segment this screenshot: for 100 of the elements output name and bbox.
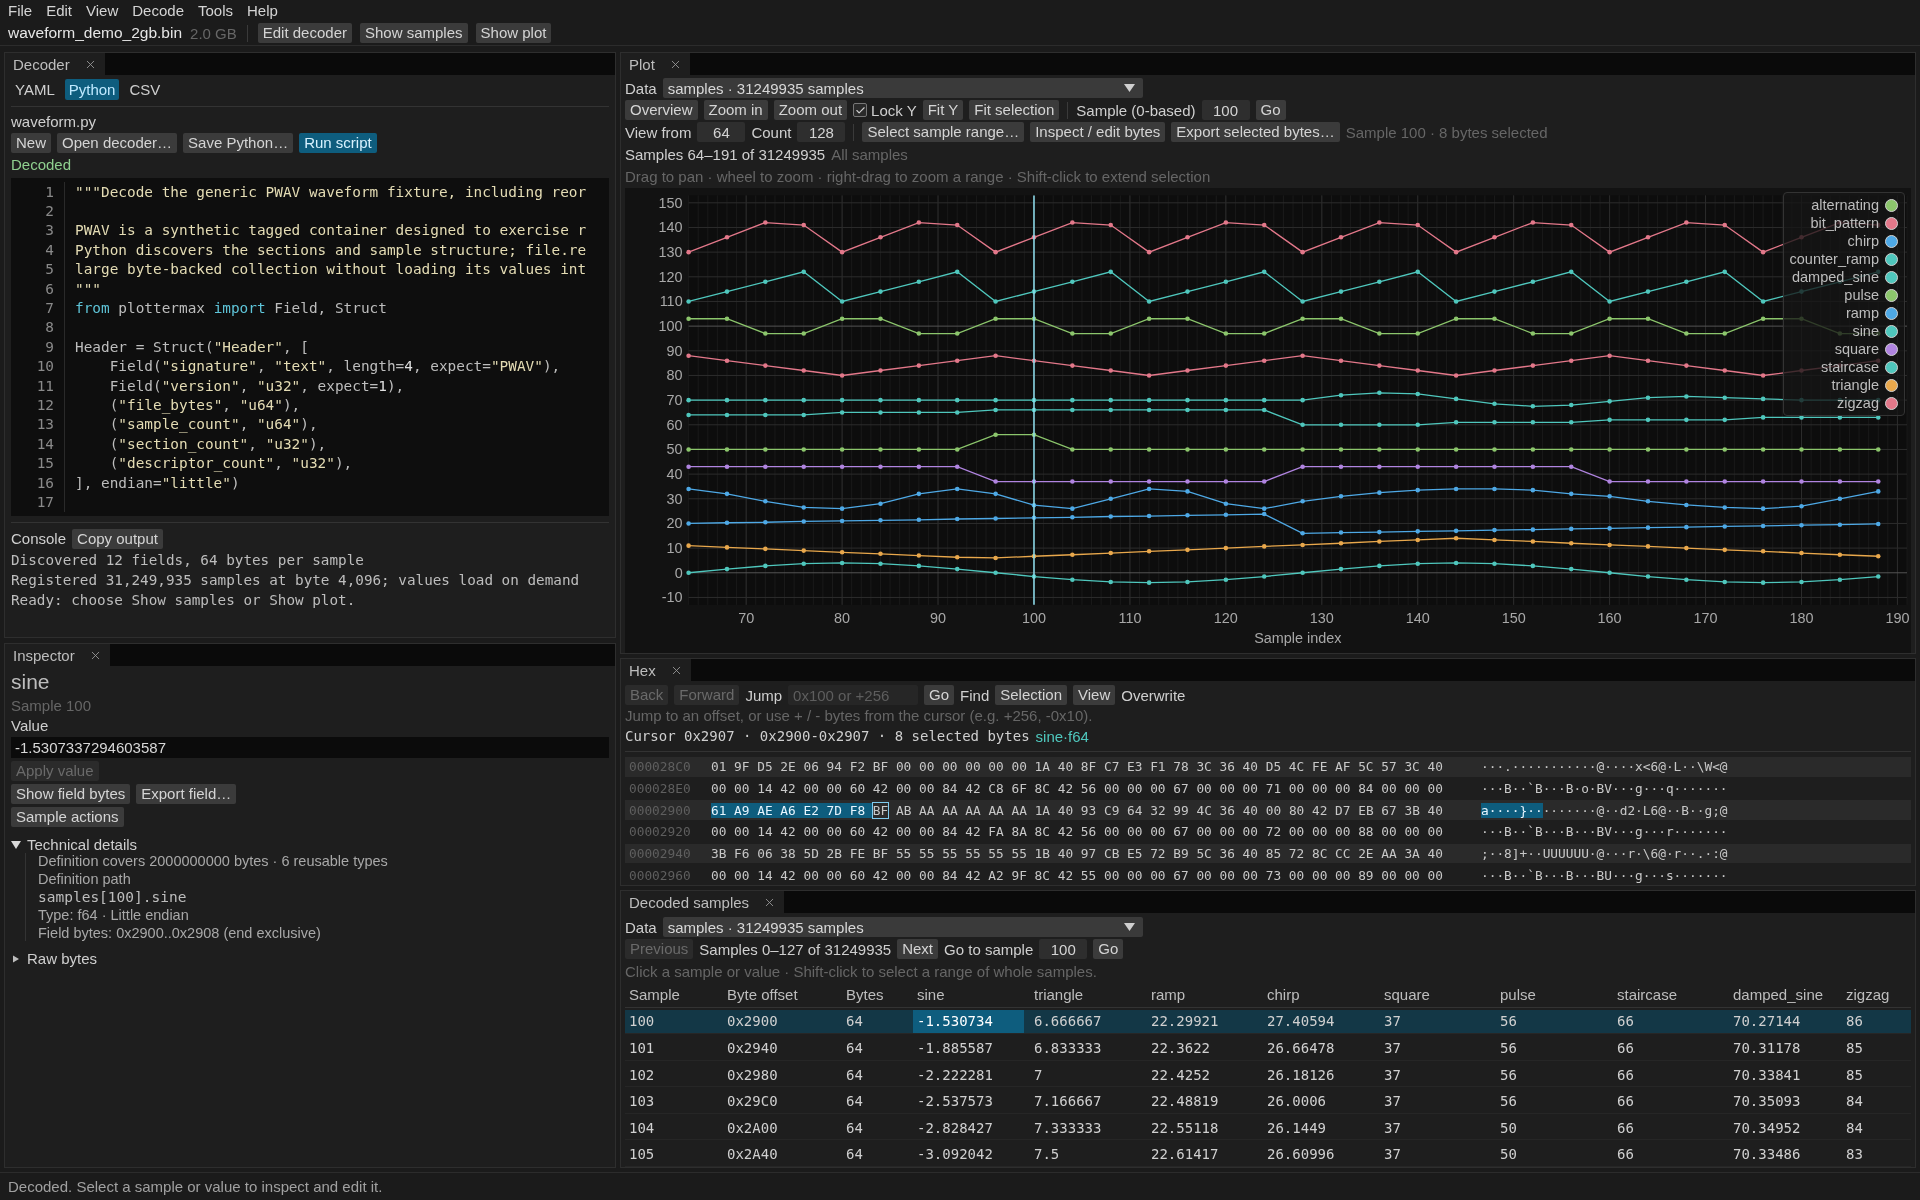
- button[interactable]: Go: [924, 685, 955, 705]
- panel-tab[interactable]: Decoded samples: [621, 891, 785, 913]
- table-cell[interactable]: 6.666667: [1030, 1009, 1141, 1034]
- table-cell[interactable]: 37: [1380, 1142, 1490, 1167]
- table-cell[interactable]: 0x29C0: [723, 1089, 836, 1113]
- hex-bytes[interactable]: 61 A9 AE A6 E2 7D F8 BF AB AA AA AA AA AA 1A 40 93 C9 64 32 99 4C 36 40 00 80 42 D7 EB 67 3B 40: [711, 802, 1481, 818]
- button[interactable]: Inspect / edit bytes: [1030, 122, 1166, 142]
- table-cell[interactable]: 105: [625, 1142, 717, 1167]
- hex-bytes[interactable]: 01 9F D5 2E 06 94 F2 BF 00 00 00 00 00 00 1A 40 8F C7 E3 F1 78 3C 36 40 D5 4C FE AF 5C 57 3C 40: [711, 759, 1481, 775]
- table-cell[interactable]: 0x2A00: [723, 1115, 836, 1140]
- number-field[interactable]: 64: [697, 122, 746, 142]
- table-row[interactable]: 100 0x2900 64 -1.530734 6.666667 22.29921 27.40594 37 56 66 70.27144 86: [625, 1009, 1911, 1035]
- table-cell[interactable]: 102: [625, 1062, 717, 1087]
- button[interactable]: Open decoder…: [57, 133, 178, 153]
- table-row[interactable]: 105 0x2A40 64 -3.092042 7.5 22.61417 26.60996 37 50 66 70.33486 83: [625, 1142, 1911, 1167]
- table-cell[interactable]: 22.61417: [1147, 1142, 1257, 1167]
- button[interactable]: Fit selection: [969, 100, 1060, 120]
- legend-label[interactable]: counter_ramp: [1789, 251, 1879, 267]
- table-cell[interactable]: 66: [1613, 1009, 1723, 1034]
- panel-tab[interactable]: Hex: [621, 659, 691, 681]
- table-cell[interactable]: 100: [625, 1009, 717, 1034]
- table-cell[interactable]: 50: [1496, 1142, 1607, 1167]
- table-cell[interactable]: 56: [1496, 1062, 1607, 1087]
- table-cell[interactable]: 22.29921: [1147, 1009, 1257, 1034]
- table-cell[interactable]: 26.18126: [1263, 1062, 1374, 1087]
- table-cell[interactable]: 70.35093: [1729, 1089, 1836, 1113]
- ascii-text[interactable]: a····}·········@··d2·L6@··B··g;@: [1481, 802, 1911, 818]
- legend-label[interactable]: damped_sine: [1791, 269, 1879, 285]
- table-cell[interactable]: 26.1449: [1263, 1115, 1374, 1140]
- button[interactable]: Export selected bytes…: [1171, 122, 1340, 142]
- table-cell[interactable]: -2.537573: [913, 1089, 1024, 1113]
- button[interactable]: Save Python…: [183, 133, 294, 153]
- table-cell[interactable]: 85: [1842, 1036, 1905, 1060]
- button[interactable]: Show samples: [360, 23, 468, 43]
- ascii-text[interactable]: ;··8]+··UUUUUU·@···r·\6@·r··.·:@: [1481, 846, 1911, 861]
- table-cell[interactable]: 26.60996: [1263, 1142, 1374, 1167]
- table-cell[interactable]: 0x2980: [723, 1062, 836, 1087]
- button[interactable]: Go: [1093, 939, 1124, 959]
- legend-label[interactable]: chirp: [1847, 233, 1879, 249]
- table-cell[interactable]: 64: [842, 1036, 907, 1060]
- table-cell[interactable]: 64: [842, 1062, 907, 1087]
- table-cell[interactable]: 22.4252: [1147, 1062, 1257, 1087]
- column-header[interactable]: chirp: [1263, 986, 1380, 1004]
- tab[interactable]: Python: [64, 79, 120, 100]
- expanded-triangle-icon[interactable]: [11, 839, 21, 850]
- button[interactable]: Run script: [299, 133, 377, 153]
- button[interactable]: View: [1073, 685, 1116, 705]
- legend-label[interactable]: ramp: [1845, 305, 1879, 321]
- table-cell[interactable]: 64: [842, 1009, 907, 1034]
- table-cell[interactable]: 7.333333: [1030, 1115, 1141, 1140]
- table-cell[interactable]: -1.885587: [913, 1036, 1024, 1060]
- ascii-text[interactable]: ···.···········@····x<6@·L··\W<@: [1481, 759, 1911, 775]
- column-header[interactable]: sine: [913, 986, 1030, 1004]
- value-field[interactable]: -1.5307337294603587: [11, 737, 609, 758]
- button[interactable]: Zoom in: [703, 100, 768, 120]
- button[interactable]: Export field…: [136, 784, 237, 804]
- table-cell[interactable]: 7: [1030, 1062, 1141, 1087]
- column-header[interactable]: Sample: [625, 986, 723, 1004]
- table-cell[interactable]: 27.40594: [1263, 1009, 1374, 1034]
- table-cell[interactable]: -1.530734: [913, 1009, 1024, 1034]
- column-header[interactable]: damped_sine: [1729, 986, 1842, 1004]
- table-cell[interactable]: -3.092042: [913, 1142, 1024, 1167]
- table-cell[interactable]: 66: [1613, 1062, 1723, 1087]
- hex-bytes[interactable]: 00 00 14 42 00 00 60 42 00 00 84 42 FA 8A 8C 42 56 00 00 00 67 00 00 00 72 00 00 00 88 00 00 00: [711, 824, 1481, 840]
- column-header[interactable]: zigzag: [1842, 986, 1911, 1004]
- checkbox-label[interactable]: Lock Y: [871, 101, 917, 119]
- menu-item[interactable]: File: [8, 2, 33, 19]
- legend-label[interactable]: bit_pattern: [1810, 215, 1879, 231]
- number-field[interactable]: 100: [1039, 939, 1088, 959]
- table-cell[interactable]: 70.33841: [1729, 1062, 1836, 1087]
- button[interactable]: Edit decoder: [257, 23, 352, 43]
- dropdown[interactable]: samples · 31249935 samples: [662, 78, 1143, 98]
- table-cell[interactable]: -2.828427: [913, 1115, 1024, 1140]
- column-header[interactable]: ramp: [1147, 986, 1263, 1004]
- hex-bytes[interactable]: 3B F6 06 38 5D 2B FE BF 55 55 55 55 55 55 1B 40 97 CB E5 72 B9 5C 36 40 85 72 8C CC 2E AA 3A 40: [711, 846, 1481, 861]
- number-field[interactable]: 100: [1201, 100, 1250, 120]
- column-header[interactable]: square: [1380, 986, 1496, 1004]
- panel-tab[interactable]: Plot: [621, 53, 690, 75]
- legend-label[interactable]: square: [1834, 341, 1879, 357]
- table-cell[interactable]: 84: [1842, 1089, 1905, 1113]
- table-row[interactable]: 103 0x29C0 64 -2.537573 7.166667 22.48819 26.0006 37 56 66 70.35093 84: [625, 1089, 1911, 1114]
- button[interactable]: Overview: [625, 100, 698, 120]
- menu-item[interactable]: View: [86, 2, 119, 19]
- table-cell[interactable]: 66: [1613, 1089, 1723, 1113]
- hex-bytes[interactable]: 00 00 14 42 00 00 60 42 00 00 84 42 C8 6F 8C 42 56 00 00 00 67 00 00 00 71 00 00 00 84 00 00 00: [711, 781, 1481, 796]
- checkbox[interactable]: [853, 103, 868, 117]
- table-cell[interactable]: 37: [1380, 1115, 1490, 1140]
- menu-item[interactable]: Decode: [132, 2, 184, 19]
- legend-label[interactable]: pulse: [1844, 287, 1879, 303]
- section-header[interactable]: Raw bytes: [27, 950, 98, 967]
- table-cell[interactable]: 0x2900: [723, 1009, 836, 1034]
- table-cell[interactable]: 56: [1496, 1036, 1607, 1060]
- button[interactable]: Next: [897, 939, 939, 959]
- table-cell[interactable]: 103: [625, 1089, 717, 1113]
- table-cell[interactable]: 66: [1613, 1115, 1723, 1140]
- code-editor[interactable]: [11, 178, 609, 516]
- button[interactable]: Show field bytes: [11, 784, 131, 804]
- panel-tab[interactable]: Decoder: [5, 53, 105, 75]
- collapsed-triangle-icon[interactable]: [11, 953, 21, 964]
- ascii-text[interactable]: ···B··`B···B···BV···g···r·······: [1481, 824, 1911, 840]
